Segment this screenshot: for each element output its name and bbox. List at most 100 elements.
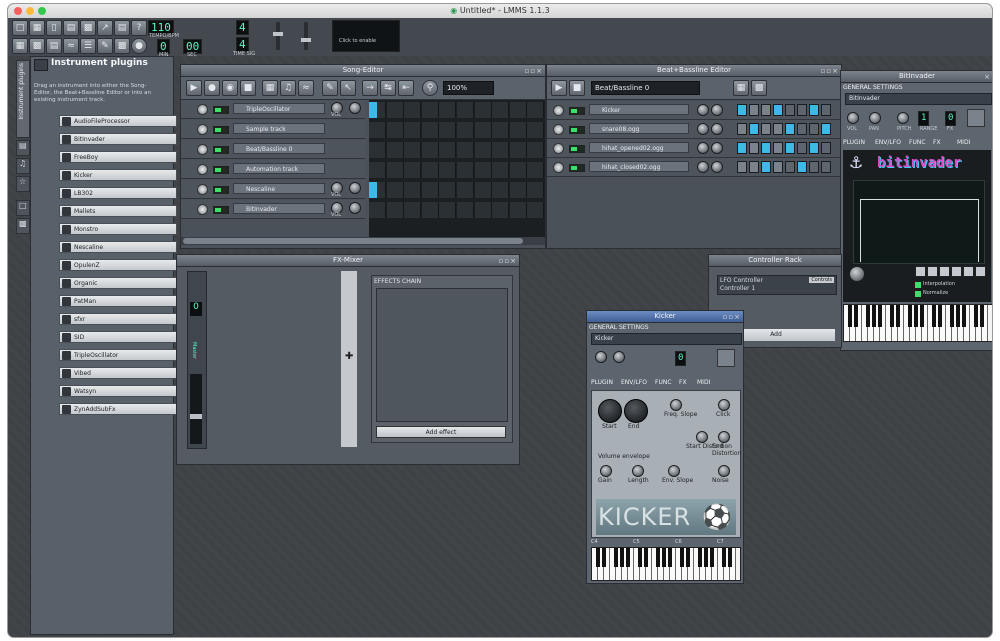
grid-cell[interactable] — [404, 142, 422, 158]
bb-editor-icon[interactable]: ▩ — [29, 38, 45, 54]
bb-track-name[interactable]: hihat_opened02.ogg — [589, 142, 689, 153]
fx-mixer-icon[interactable]: ☰ — [80, 38, 96, 54]
song-editor-titlebar[interactable]: Song-Editor ▫▫× — [181, 65, 545, 77]
sidebar-tab-presets[interactable]: ☆ — [16, 176, 30, 192]
song-track-name[interactable]: Automation track — [233, 163, 325, 174]
channel-send-scroller[interactable]: ✚ — [341, 271, 357, 447]
grid-cell[interactable] — [369, 142, 386, 158]
grid-cell[interactable] — [474, 102, 492, 118]
grid-cell[interactable] — [457, 122, 474, 138]
grid-cell[interactable] — [474, 162, 492, 178]
black-key[interactable] — [704, 548, 708, 568]
export-project-icon[interactable]: ↗ — [97, 20, 113, 36]
black-key[interactable] — [974, 305, 978, 327]
grid-cell[interactable] — [421, 202, 439, 218]
plugin-tab[interactable]: FX — [679, 379, 687, 386]
black-key[interactable] — [980, 305, 984, 327]
grid-cell[interactable] — [474, 202, 492, 218]
grid-cell[interactable] — [509, 182, 527, 198]
minimize-window-button[interactable] — [26, 7, 34, 15]
plugin-item[interactable]: ZynAddSubFx — [59, 403, 177, 415]
kicker-vol-knob[interactable] — [595, 351, 607, 363]
step-button[interactable] — [785, 123, 795, 135]
black-key[interactable] — [656, 548, 660, 568]
plugin-tab[interactable]: MIDI — [697, 379, 710, 386]
timesig-denominator[interactable]: 4 — [236, 37, 249, 52]
grid-cell[interactable] — [509, 142, 527, 158]
grid-cell[interactable] — [421, 162, 439, 178]
kicker-end-distortion-knob[interactable] — [718, 431, 730, 443]
grid-cell[interactable] — [527, 122, 545, 138]
track-mute-icon[interactable] — [553, 124, 564, 135]
plugin-item[interactable]: Watsyn — [59, 385, 177, 397]
auto-scroll-icon[interactable]: → — [362, 80, 378, 96]
black-key[interactable] — [686, 548, 690, 568]
plugin-item[interactable]: Monstro — [59, 223, 177, 235]
window-controls[interactable]: ▫▫× — [499, 256, 517, 267]
add-sample-track-icon[interactable]: ♫ — [280, 80, 296, 96]
master-channel-strip[interactable]: 0 Master — [187, 271, 207, 449]
grid-cell[interactable] — [457, 102, 474, 118]
waveform-graph[interactable] — [853, 180, 985, 264]
grid-cell[interactable] — [439, 102, 457, 118]
black-key[interactable] — [728, 548, 732, 568]
grid-cell[interactable] — [509, 202, 527, 218]
grid-cell[interactable] — [527, 182, 545, 198]
song-track-name[interactable]: Beat/Bassline 0 — [233, 143, 325, 154]
window-controls[interactable]: ▫▫× — [821, 66, 839, 77]
back-to-start-icon[interactable]: ⇤ — [398, 80, 414, 96]
step-button[interactable] — [809, 161, 819, 173]
grid-cell[interactable] — [421, 142, 439, 158]
master-pitch-slider[interactable] — [301, 22, 311, 50]
wave-shape-button[interactable] — [951, 266, 962, 277]
track-vol-knob[interactable] — [697, 104, 709, 116]
draw-mode-icon[interactable]: ✎ — [322, 80, 338, 96]
add-automation-track-icon[interactable]: ≈ — [298, 80, 314, 96]
grid-cell[interactable] — [369, 122, 386, 138]
song-editor-icon[interactable]: ▦ — [12, 38, 28, 54]
plugin-item[interactable]: Nescaline — [59, 241, 177, 253]
step-button[interactable] — [809, 142, 819, 154]
bitinvader-save-preset-icon[interactable] — [967, 109, 985, 127]
plugin-item[interactable]: BitInvader — [59, 133, 177, 145]
track-solo-toggle[interactable] — [213, 186, 229, 194]
bb-track-name[interactable]: Kicker — [589, 104, 689, 115]
track-pan-knob[interactable] — [349, 202, 361, 214]
grid-cell[interactable] — [404, 202, 422, 218]
black-key[interactable] — [596, 548, 600, 568]
fx-mixer-titlebar[interactable]: FX-Mixer ▫▫× — [177, 255, 519, 267]
black-key[interactable] — [620, 548, 624, 568]
zoom-window-button[interactable] — [38, 7, 46, 15]
automation-editor-icon[interactable]: ≈ — [63, 38, 79, 54]
step-button[interactable] — [773, 104, 783, 116]
track-solo-toggle[interactable] — [569, 107, 585, 115]
step-button[interactable] — [797, 161, 807, 173]
black-key[interactable] — [866, 305, 870, 327]
step-button[interactable] — [809, 123, 819, 135]
black-key[interactable] — [938, 305, 942, 327]
wave-shape-button[interactable] — [963, 266, 974, 277]
record-icon[interactable]: ● — [204, 80, 220, 96]
step-button[interactable] — [773, 142, 783, 154]
grid-cell[interactable] — [527, 202, 545, 218]
whatsthis-help-icon[interactable]: ? — [131, 20, 147, 36]
song-track-name[interactable]: Sample track — [233, 123, 325, 134]
track-solo-toggle[interactable] — [569, 164, 585, 172]
sidebar-tab-samples[interactable]: ♫ — [16, 158, 30, 174]
grid-cell[interactable] — [527, 162, 545, 178]
plugin-item[interactable]: TripleOscillator — [59, 349, 177, 361]
track-vol-knob[interactable] — [697, 161, 709, 173]
step-button[interactable] — [737, 123, 747, 135]
grid-cell[interactable] — [474, 122, 492, 138]
black-key[interactable] — [710, 548, 714, 568]
project-notes-icon[interactable]: ✎ — [97, 38, 113, 54]
bb-play-icon[interactable]: ▶ — [551, 80, 567, 96]
step-button[interactable] — [749, 104, 759, 116]
track-mute-icon[interactable] — [197, 184, 208, 195]
channel-fader[interactable] — [190, 374, 202, 444]
track-mute-icon[interactable] — [197, 204, 208, 215]
plugin-item[interactable]: Vibed — [59, 367, 177, 379]
track-pan-knob[interactable] — [349, 182, 361, 194]
bb-editor-titlebar[interactable]: Beat+Bassline Editor ▫▫× — [547, 65, 841, 77]
kicker-end-knob[interactable] — [624, 399, 648, 423]
